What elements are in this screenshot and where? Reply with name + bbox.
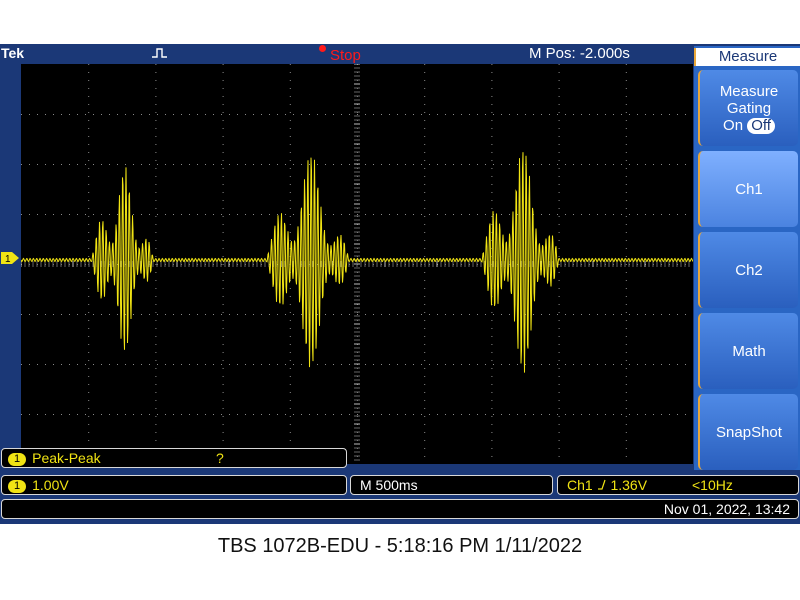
ch1-marker-label: 1 [5,254,11,265]
top-status-bar: Tek Stop M Pos: -2.000s [0,44,694,64]
gating-on-label: On [723,116,744,134]
measurement-value: ? [216,450,224,466]
math-label: Math [732,342,766,360]
trigger-level: 1.36V [610,477,648,493]
trigger-source: Ch1 [567,477,593,493]
trigger-type-icon [151,46,169,63]
run-state-label: Stop [330,47,361,64]
gating-off-selected: Off [747,117,775,134]
ch1-label: Ch1 [735,180,763,198]
rising-edge-icon [597,477,607,493]
gating-label-line2: Gating [726,99,772,117]
timebase-value: M 500ms [360,477,418,493]
measure-side-menu: Measure Measure Gating On Off Ch1 Ch2 Ma… [694,46,800,470]
timebase-readout: M 500ms [350,475,553,495]
vertical-scale-readout: 1 1.00V [1,475,347,495]
stop-indicator-icon [319,45,326,52]
brand-label: Tek [1,45,25,61]
date-time-readout: Nov 01, 2022, 13:42 [1,499,799,519]
ch1-button[interactable]: Ch1 [698,151,798,227]
snapshot-button[interactable]: SnapShot [698,394,798,470]
ch1-ground-marker[interactable]: 1 [0,251,20,270]
measurement-readout: 1 Peak-Peak? [1,448,347,468]
screenshot-caption: TBS 1072B-EDU - 5:18:16 PM 1/11/2022 [217,535,583,557]
menu-title: Measure [694,48,800,66]
measurement-channel-badge: 1 [8,453,27,466]
run-stop-status: Stop [319,45,361,64]
horizontal-position: M Pos: -2.000s [529,45,630,62]
ch2-button[interactable]: Ch2 [698,232,798,308]
trigger-readout: Ch1 1.36V <10Hz [557,475,799,495]
gating-label-line1: Measure [719,82,779,100]
date-time-value: Nov 01, 2022, 13:42 [663,501,790,517]
oscilloscope-screen: Tek Stop M Pos: -2.000s 1 Measure Measur… [0,44,800,524]
graticule-svg [21,64,693,461]
scale-channel-badge: 1 [8,480,27,493]
snapshot-label: SnapShot [716,423,782,441]
measure-gating-button[interactable]: Measure Gating On Off [698,70,798,146]
waveform-graticule [21,64,693,464]
ch2-label: Ch2 [735,261,763,279]
math-button[interactable]: Math [698,313,798,389]
vertical-scale-value: 1.00V [32,477,69,493]
measurement-name: Peak-Peak [32,450,101,466]
trigger-frequency: <10Hz [692,477,733,493]
